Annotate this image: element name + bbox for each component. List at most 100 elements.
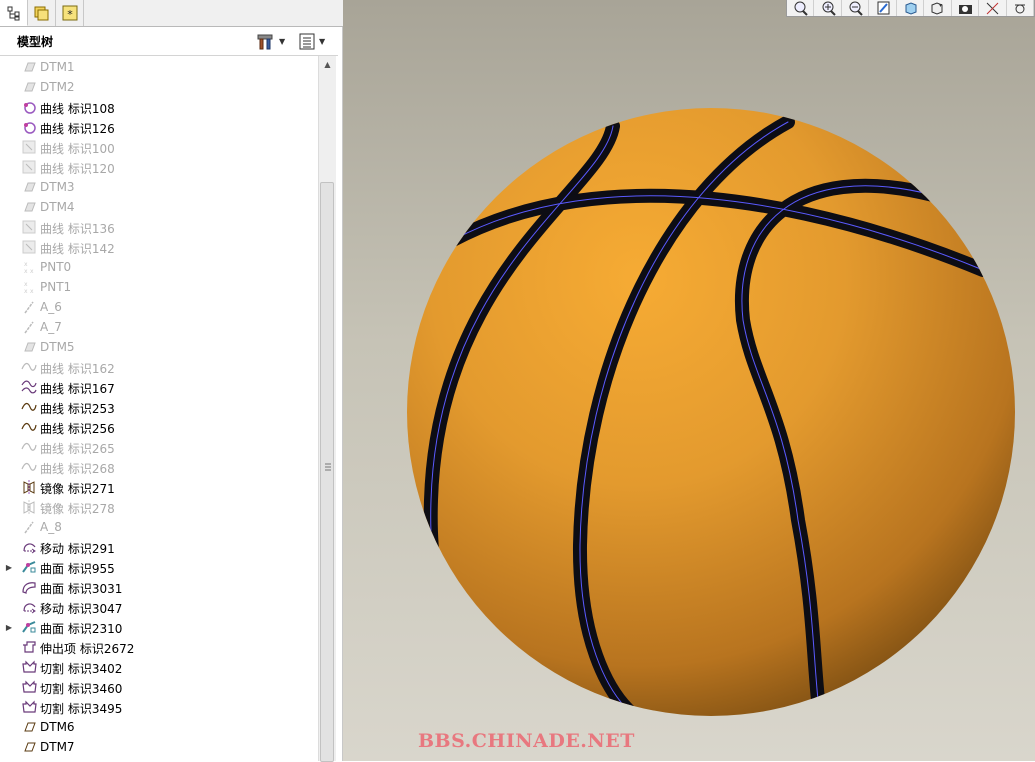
scroll-thumb[interactable]: [320, 182, 334, 762]
move-icon: [23, 603, 36, 614]
tab-layers[interactable]: [28, 0, 56, 26]
svg-text:x: x: [24, 268, 28, 275]
tree-item[interactable]: 曲线 标识120: [0, 157, 316, 177]
tree-item-label: 曲线 标识120: [40, 162, 115, 176]
datum-plane-icon: [24, 182, 36, 192]
tree-item-label: A_8: [40, 520, 62, 534]
tree-item[interactable]: DTM6: [0, 717, 316, 737]
tree-item[interactable]: 曲线 标识142: [0, 237, 316, 257]
curve-sketch-icon: [22, 220, 36, 234]
watermark-text: BBS.CHINADE.NET: [418, 730, 635, 752]
expand-arrow-icon[interactable]: ▶: [5, 617, 13, 637]
mirror-icon: [23, 500, 35, 514]
model-tree-list: DTM1 DTM2 曲线 标识108 曲线 标识126 曲线 标识100 曲线 标识120…: [0, 57, 316, 761]
navigator-tabs: *: [0, 0, 343, 27]
tree-item[interactable]: 曲线 标识253: [0, 397, 316, 417]
curve-sketch-icon: [22, 160, 36, 174]
surface-merge-icon: [22, 561, 36, 573]
model-tree-icon: [7, 6, 19, 20]
tree-item[interactable]: DTM2: [0, 77, 316, 97]
datum-point-icon: xxx: [24, 281, 34, 295]
tree-item[interactable]: 曲线 标识108: [0, 97, 316, 117]
tree-scrollbar[interactable]: ▲: [318, 56, 336, 762]
datum-plane-icon: [24, 202, 36, 212]
tree-item[interactable]: 移动 标识3047: [0, 597, 316, 617]
datum-plane-icon: [24, 82, 36, 92]
tree-item-label: 镜像 标识271: [40, 482, 115, 496]
tree-item-label: 曲线 标识126: [40, 122, 115, 136]
tree-item[interactable]: ▶ 曲面 标识955: [0, 557, 316, 577]
tree-item[interactable]: 切割 标识3495: [0, 697, 316, 717]
datum-axis-icon: [24, 521, 34, 534]
favorites-star-icon: *: [62, 5, 77, 21]
chevron-down-icon: ▼: [319, 36, 326, 46]
tree-item-label: A_7: [40, 320, 62, 334]
tree-item-label: 曲面 标识3031: [40, 582, 123, 596]
tree-item[interactable]: x x x PNT0: [0, 257, 316, 277]
curve-wave-icon: [21, 462, 37, 471]
tree-item[interactable]: 曲线 标识136: [0, 217, 316, 237]
tree-item-label: PNT1: [40, 280, 72, 294]
tree-item-label: 曲线 标识108: [40, 102, 115, 116]
tree-item[interactable]: 曲面 标识3031: [0, 577, 316, 597]
show-dropdown-button[interactable]: ▼: [298, 31, 325, 51]
settings-dropdown-button[interactable]: ▼: [256, 31, 285, 51]
curve-wave-icon: [21, 362, 37, 371]
tab-model-tree[interactable]: [0, 0, 28, 26]
tree-item-label: 曲线 标识268: [40, 462, 115, 476]
tree-item-label: 移动 标识3047: [40, 602, 123, 616]
tree-item[interactable]: 曲线 标识167: [0, 377, 316, 397]
basketball-model[interactable]: [343, 0, 1035, 761]
surface-icon: [22, 582, 36, 594]
curve-point-icon: [24, 122, 36, 134]
tree-item-label: DTM1: [40, 60, 75, 74]
svg-text:x: x: [30, 268, 34, 275]
datum-plane-icon: [24, 722, 36, 732]
tree-item[interactable]: 曲线 标识265: [0, 437, 316, 457]
tree-item[interactable]: x x x PNT1: [0, 277, 316, 297]
mirror-icon: [23, 480, 35, 494]
tree-item-label: 曲线 标识162: [40, 362, 115, 376]
tree-item[interactable]: 伸出项 标识2672: [0, 637, 316, 657]
tree-item-label: A_6: [40, 300, 62, 314]
datum-point-icon: xxx: [24, 261, 34, 275]
tree-item[interactable]: 移动 标识291: [0, 537, 316, 557]
tree-item[interactable]: 切割 标识3402: [0, 657, 316, 677]
tree-item-label: 曲线 标识100: [40, 142, 115, 156]
tree-item[interactable]: ▶ 曲面 标识2310: [0, 617, 316, 637]
tree-item[interactable]: DTM1: [0, 57, 316, 77]
grip-icon: [325, 463, 331, 471]
tree-item[interactable]: DTM7: [0, 737, 316, 757]
curve-point-icon: [24, 102, 36, 114]
tab-favorites[interactable]: *: [56, 0, 84, 26]
tree-item[interactable]: DTM3: [0, 177, 316, 197]
tree-item[interactable]: A_6: [0, 297, 316, 317]
datum-plane-icon: [24, 342, 36, 352]
tree-item[interactable]: 切割 标识3460: [0, 677, 316, 697]
tree-item[interactable]: 曲线 标识100: [0, 137, 316, 157]
tree-item[interactable]: DTM4: [0, 197, 316, 217]
curve-wave-icon: [21, 402, 37, 411]
tree-item-label: DTM7: [40, 740, 75, 754]
tree-item[interactable]: 曲线 标识126: [0, 117, 316, 137]
tree-item-label: 切割 标识3460: [40, 682, 123, 696]
svg-text:x: x: [24, 281, 28, 288]
datum-plane-icon: [24, 62, 36, 72]
tree-item[interactable]: 曲线 标识162: [0, 357, 316, 377]
datum-axis-icon: [24, 321, 34, 334]
scroll-up-arrow-icon[interactable]: ▲: [319, 56, 336, 72]
curve-projected-icon: [21, 380, 37, 394]
tree-item[interactable]: 镜像 标识271: [0, 477, 316, 497]
tree-item[interactable]: A_7: [0, 317, 316, 337]
graphics-viewport[interactable]: ▾ BBS.CHINADE.NET: [343, 0, 1035, 761]
curve-sketch-icon: [22, 240, 36, 254]
tree-item[interactable]: 镜像 标识278: [0, 497, 316, 517]
tree-item-label: 曲线 标识253: [40, 402, 115, 416]
tree-item[interactable]: 曲线 标识268: [0, 457, 316, 477]
tree-item[interactable]: DTM5: [0, 337, 316, 357]
tree-item[interactable]: A_8: [0, 517, 316, 537]
expand-arrow-icon[interactable]: ▶: [5, 557, 13, 577]
tree-item-label: 曲线 标识265: [40, 442, 115, 456]
tree-item[interactable]: 曲线 标识256: [0, 417, 316, 437]
tree-item-label: 曲线 标识142: [40, 242, 115, 256]
